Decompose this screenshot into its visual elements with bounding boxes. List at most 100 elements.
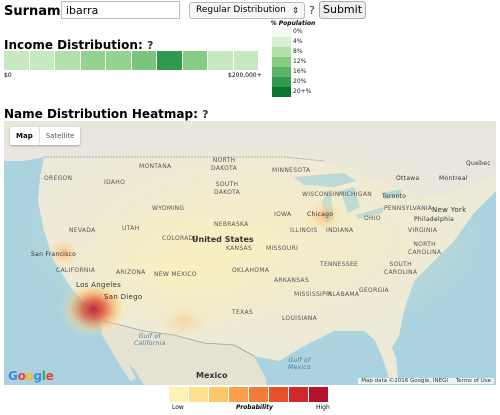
population-legend-swatch [272, 47, 291, 57]
distribution-selected: Regular Distribution [196, 5, 286, 15]
income-bracket-cell[interactable] [182, 51, 208, 70]
income-bracket-cell[interactable] [106, 51, 132, 70]
map-label: San Diego [104, 293, 143, 301]
map-tab[interactable]: Map [10, 127, 39, 145]
income-min-label: $0 [4, 72, 12, 79]
google-logo-letter: G [8, 369, 18, 383]
map-label: NEBRASKA [214, 221, 249, 228]
map-label: MISSOURI [266, 245, 299, 252]
probability-high-label: High [316, 404, 330, 411]
probability-legend-bar [169, 387, 329, 402]
map-label: UTAH [122, 225, 140, 232]
map-label: NORTH DAKOTA [211, 157, 238, 172]
distribution-help-icon[interactable]: ? [309, 4, 315, 17]
map-label: Gulf of Mexico [288, 357, 311, 371]
probability-legend-swatch [169, 387, 189, 402]
map-label: OKLAHOMA [232, 267, 270, 274]
map-label: TENNESSEE [320, 261, 359, 268]
satellite-tab[interactable]: Satellite [38, 127, 81, 145]
probability-legend-swatch [229, 387, 249, 402]
map-label: IOWA [274, 211, 292, 218]
probability-legend-swatch [289, 387, 309, 402]
map-label: NEW MEXICO [154, 271, 197, 278]
map-label: San Francisco [31, 251, 77, 258]
map-attribution: Map data ©2016 Google, INEGI Terms of Us… [358, 378, 494, 384]
population-legend-label: 12% [293, 58, 307, 65]
map-label: IDAHO [104, 179, 126, 186]
submit-button[interactable]: Submit [319, 1, 366, 19]
heatmap-map[interactable]: Map Satellite NORTH DAKOTA MONTANA MINNE… [4, 121, 496, 385]
map-label: Gulf of California [134, 333, 166, 347]
map-label: OREGON [44, 175, 73, 182]
income-bracket-cell[interactable] [233, 51, 259, 70]
income-bracket-cell[interactable] [4, 51, 30, 70]
map-label: CALIFORNIA [56, 267, 96, 274]
probability-legend-swatch [249, 387, 269, 402]
terms-link[interactable]: Terms of Use [456, 378, 491, 384]
map-label: Montreal [439, 175, 468, 182]
income-max-label: $200,000+ [228, 72, 262, 79]
map-label: LOUISIANA [282, 315, 317, 322]
population-legend-swatch [272, 57, 291, 67]
population-legend-label: 0% [293, 28, 303, 35]
population-legend-label: 20+% [293, 88, 312, 95]
population-legend-label: 4% [293, 38, 303, 45]
map-label: NEVADA [69, 227, 96, 234]
map-label: PENNSYLVANIA [384, 205, 433, 212]
map-label: United States [192, 235, 254, 244]
map-label: New York [432, 206, 467, 214]
map-label: SOUTH CAROLINA [384, 261, 418, 276]
select-arrows-icon: ⇕ [292, 6, 299, 15]
map-label: INDIANA [326, 227, 354, 234]
population-legend-swatches [272, 27, 291, 97]
map-label: ALABAMA [328, 291, 360, 298]
map-label: MICHIGAN [339, 191, 373, 198]
income-bracket-cell[interactable] [55, 51, 81, 70]
probability-low-label: Low [172, 404, 184, 411]
population-legend-labels: 0% 4% 8% 12% 16% 20% 20+% [293, 27, 311, 97]
map-label: Quebec [466, 160, 491, 167]
surname-input[interactable] [61, 1, 180, 19]
income-heading: Income Distribution: ? [4, 38, 153, 52]
population-legend-swatch [272, 37, 291, 47]
google-logo-letter: g [33, 369, 42, 383]
income-bracket-cell[interactable] [157, 51, 183, 70]
map-label: MINNESOTA [272, 167, 311, 174]
map-label: WYOMING [152, 205, 185, 212]
population-legend-swatch [272, 87, 291, 97]
population-legend-swatch [272, 67, 291, 77]
map-label: MISSISSIPPI [294, 291, 333, 298]
heatmap-heading-text: Name Distribution Heatmap: [4, 107, 198, 121]
probability-legend-swatch [269, 387, 289, 402]
population-legend-title: % Population [270, 20, 316, 27]
population-legend-swatch [272, 27, 291, 37]
map-label: WISCONSIN [302, 191, 340, 198]
map-label: VIRGINIA [408, 227, 438, 234]
map-label: Los Angeles [76, 281, 122, 289]
map-label: Ottawa [396, 175, 420, 182]
map-label: Mexico [196, 371, 228, 380]
map-label: NORTH CAROLINA [408, 241, 442, 256]
income-bracket-cell[interactable] [29, 51, 55, 70]
google-logo-letter: e [45, 369, 54, 383]
map-label: MONTANA [139, 163, 172, 170]
income-heading-text: Income Distribution: [4, 38, 143, 52]
map-label: ILLINOIS [290, 227, 318, 234]
income-bracket-cell[interactable] [131, 51, 157, 70]
population-legend-label: 16% [293, 68, 307, 75]
heatmap-heading: Name Distribution Heatmap: ? [4, 107, 208, 121]
income-bracket-cell[interactable] [208, 51, 234, 70]
map-label: TEXAS [232, 309, 253, 316]
population-legend-label: 20% [293, 78, 307, 85]
map-label: OHIO [364, 215, 381, 222]
google-logo: Google [8, 369, 54, 383]
map-label: SOUTH DAKOTA [214, 181, 241, 196]
map-label: ARKANSAS [274, 277, 309, 284]
probability-legend-title: Probability [236, 404, 273, 411]
map-label: Philadelphia [414, 216, 455, 223]
distribution-select[interactable]: Regular Distribution ⇕ [189, 2, 305, 19]
heatmap-help-icon[interactable]: ? [202, 108, 208, 121]
google-logo-letter: o [17, 369, 26, 383]
probability-legend-swatch [189, 387, 209, 402]
income-bracket-cell[interactable] [80, 51, 106, 70]
